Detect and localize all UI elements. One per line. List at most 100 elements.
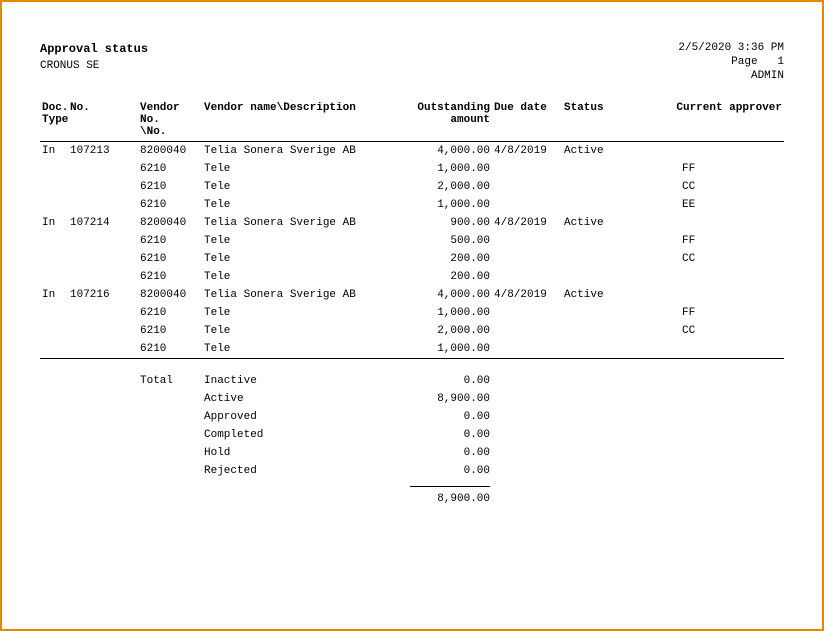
total-amount: 8,900.00 (392, 390, 492, 408)
cell-due-date: 4/8/2019 (492, 286, 562, 304)
table-row: 6210Tele200.00 (40, 268, 784, 286)
cell-vendor-no: 6210 (138, 196, 202, 214)
cell-due-date (492, 322, 562, 340)
cell-due-date (492, 232, 562, 250)
total-row: TotalInactive0.00 (40, 365, 784, 390)
col-status: Status (562, 100, 642, 142)
cell-approver: FF (642, 160, 784, 178)
cell-approver: CC (642, 250, 784, 268)
cell-amount: 500.00 (392, 232, 492, 250)
cell-vendor-no: 6210 (138, 304, 202, 322)
table-row: 6210Tele1,000.00 EE (40, 196, 784, 214)
report-page: Approval status CRONUS SE 2/5/2020 3:36 … (0, 0, 824, 631)
cell-no (68, 232, 138, 250)
table-row: In1072148200040Telia Sonera Sverige AB90… (40, 214, 784, 232)
table-row: 6210Tele1,000.00 (40, 340, 784, 359)
table-header-row: Doc.Type No. Vendor No.\No. Vendor name\… (40, 100, 784, 142)
cell-status (562, 160, 642, 178)
cell-no (68, 268, 138, 286)
cell-description: Tele (202, 268, 392, 286)
cell-amount: 900.00 (392, 214, 492, 232)
cell-status: Active (562, 286, 642, 304)
total-label (138, 390, 202, 408)
cell-doc-type: In (40, 142, 68, 161)
cell-vendor-no: 6210 (138, 178, 202, 196)
cell-due-date (492, 268, 562, 286)
total-label (138, 426, 202, 444)
cell-vendor-no: 8200040 (138, 142, 202, 161)
cell-amount: 2,000.00 (392, 322, 492, 340)
cell-no (68, 304, 138, 322)
table-row: 6210Tele200.00CC (40, 250, 784, 268)
cell-approver (642, 286, 784, 304)
total-status-label: Inactive (202, 365, 392, 390)
table-row: 6210Tele1,000.00FF (40, 160, 784, 178)
cell-amount: 1,000.00 (392, 304, 492, 322)
cell-description: Tele (202, 178, 392, 196)
cell-description: Tele (202, 340, 392, 359)
total-amount: 0.00 (392, 365, 492, 390)
cell-amount: 1,000.00 (392, 160, 492, 178)
cell-status (562, 232, 642, 250)
cell-vendor-no: 6210 (138, 232, 202, 250)
cell-vendor-no: 8200040 (138, 214, 202, 232)
col-description: Vendor name\Description (202, 100, 392, 142)
cell-amount: 4,000.00 (392, 142, 492, 161)
table-row: 6210Tele2,000.00CC (40, 178, 784, 196)
table-row: 6210Tele2,000.00CC (40, 322, 784, 340)
col-doc-type: Doc.Type (40, 100, 68, 142)
cell-due-date (492, 340, 562, 359)
cell-vendor-no: 8200040 (138, 286, 202, 304)
cell-description: Tele (202, 304, 392, 322)
report-user: ADMIN (678, 70, 784, 82)
cell-approver: CC (642, 178, 784, 196)
cell-amount: 1,000.00 (392, 196, 492, 214)
cell-due-date: 4/8/2019 (492, 214, 562, 232)
cell-doc-type (40, 322, 68, 340)
cell-doc-type (40, 232, 68, 250)
cell-description: Telia Sonera Sverige AB (202, 286, 392, 304)
col-amount: Outstandingamount (392, 100, 492, 142)
cell-approver (642, 142, 784, 161)
cell-approver: FF (642, 304, 784, 322)
table-row: In1072168200040Telia Sonera Sverige AB4,… (40, 286, 784, 304)
total-status-label: Completed (202, 426, 392, 444)
cell-approver: CC (642, 322, 784, 340)
cell-doc-type (40, 196, 68, 214)
cell-description: Telia Sonera Sverige AB (202, 142, 392, 161)
cell-no (68, 178, 138, 196)
cell-approver (642, 214, 784, 232)
cell-status (562, 250, 642, 268)
cell-no: 107214 (68, 214, 138, 232)
cell-approver (642, 340, 784, 359)
cell-description: Tele (202, 196, 392, 214)
cell-no (68, 160, 138, 178)
cell-description: Tele (202, 322, 392, 340)
cell-due-date: 4/8/2019 (492, 142, 562, 161)
cell-due-date (492, 196, 562, 214)
cell-doc-type: In (40, 214, 68, 232)
cell-status: Active (562, 142, 642, 161)
report-datetime: 2/5/2020 3:36 PM (678, 42, 784, 54)
cell-vendor-no: 6210 (138, 268, 202, 286)
page-indicator: Page 1 (678, 56, 784, 68)
cell-status: Active (562, 214, 642, 232)
col-due-date: Due date (492, 100, 562, 142)
total-row: Active8,900.00 (40, 390, 784, 408)
cell-doc-type (40, 268, 68, 286)
cell-due-date (492, 304, 562, 322)
cell-description: Tele (202, 250, 392, 268)
total-label (138, 444, 202, 462)
cell-doc-type (40, 160, 68, 178)
grand-total-row: 8,900.00 (40, 490, 784, 508)
cell-description: Tele (202, 232, 392, 250)
cell-amount: 1,000.00 (392, 340, 492, 359)
cell-doc-type (40, 340, 68, 359)
cell-approver: EE (642, 196, 784, 214)
cell-vendor-no: 6210 (138, 160, 202, 178)
cell-status (562, 196, 642, 214)
cell-due-date (492, 178, 562, 196)
cell-amount: 200.00 (392, 268, 492, 286)
cell-approver (642, 268, 784, 286)
cell-no: 107213 (68, 142, 138, 161)
